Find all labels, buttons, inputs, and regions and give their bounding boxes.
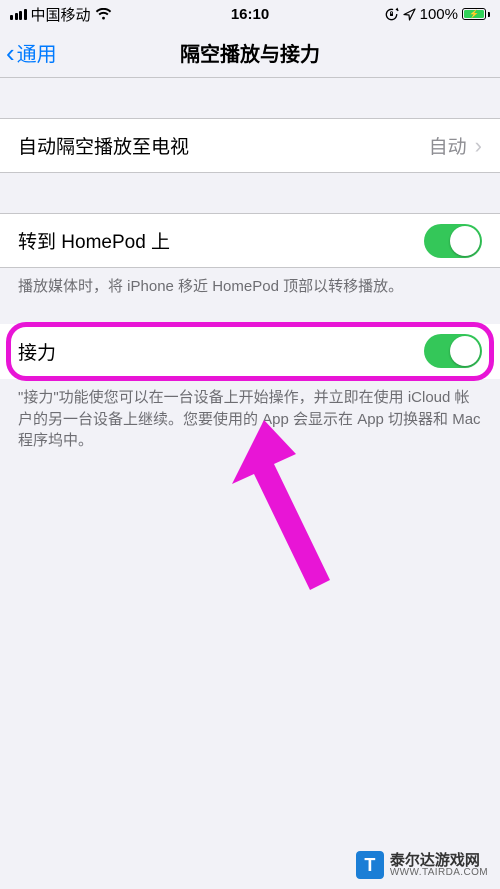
status-left: 中国移动 bbox=[10, 4, 112, 25]
wifi-icon bbox=[95, 8, 112, 21]
status-right: 100% ⚡ bbox=[384, 6, 490, 23]
footer-handoff: "接力"功能使您可以在一台设备上开始操作，并立即在使用 iCloud 帐户的另一… bbox=[0, 379, 500, 452]
battery-icon: ⚡ bbox=[462, 8, 490, 20]
watermark-logo-icon: T bbox=[356, 851, 384, 879]
highlighted-row: 接力 bbox=[0, 324, 500, 379]
screen: 中国移动 16:10 100% ⚡ ‹ 通用 隔空播放与接力 bbox=[0, 0, 500, 889]
back-button[interactable]: ‹ 通用 bbox=[6, 38, 57, 67]
signal-icon bbox=[10, 9, 27, 20]
page-title: 隔空播放与接力 bbox=[180, 38, 320, 67]
status-time: 16:10 bbox=[231, 6, 269, 23]
cell-title: 转到 HomePod 上 bbox=[18, 227, 424, 254]
watermark-name: 泰尔达游戏网 bbox=[390, 853, 488, 868]
status-bar: 中国移动 16:10 100% ⚡ bbox=[0, 0, 500, 28]
chevron-right-icon: › bbox=[475, 133, 482, 159]
battery-percent: 100% bbox=[420, 6, 458, 23]
chevron-left-icon: ‹ bbox=[6, 40, 15, 66]
toggle-homepod[interactable] bbox=[424, 224, 482, 258]
watermark-url: WWW.TAIRDA.COM bbox=[390, 868, 488, 878]
lock-rotation-icon bbox=[384, 7, 399, 22]
nav-bar: ‹ 通用 隔空播放与接力 bbox=[0, 28, 500, 78]
back-label: 通用 bbox=[17, 38, 57, 67]
carrier-label: 中国移动 bbox=[31, 4, 91, 25]
watermark: T 泰尔达游戏网 WWW.TAIRDA.COM bbox=[356, 851, 488, 879]
cell-title: 自动隔空播放至电视 bbox=[18, 132, 429, 159]
footer-homepod: 播放媒体时，将 iPhone 移近 HomePod 顶部以转移播放。 bbox=[0, 268, 500, 298]
cell-value: 自动 bbox=[429, 132, 467, 159]
cell-title: 接力 bbox=[18, 338, 424, 365]
cell-handoff-homepod[interactable]: 转到 HomePod 上 bbox=[0, 213, 500, 268]
location-icon bbox=[403, 8, 416, 21]
cell-handoff[interactable]: 接力 bbox=[0, 324, 500, 379]
cell-auto-airplay-tv[interactable]: 自动隔空播放至电视 自动 › bbox=[0, 118, 500, 173]
toggle-handoff[interactable] bbox=[424, 334, 482, 368]
